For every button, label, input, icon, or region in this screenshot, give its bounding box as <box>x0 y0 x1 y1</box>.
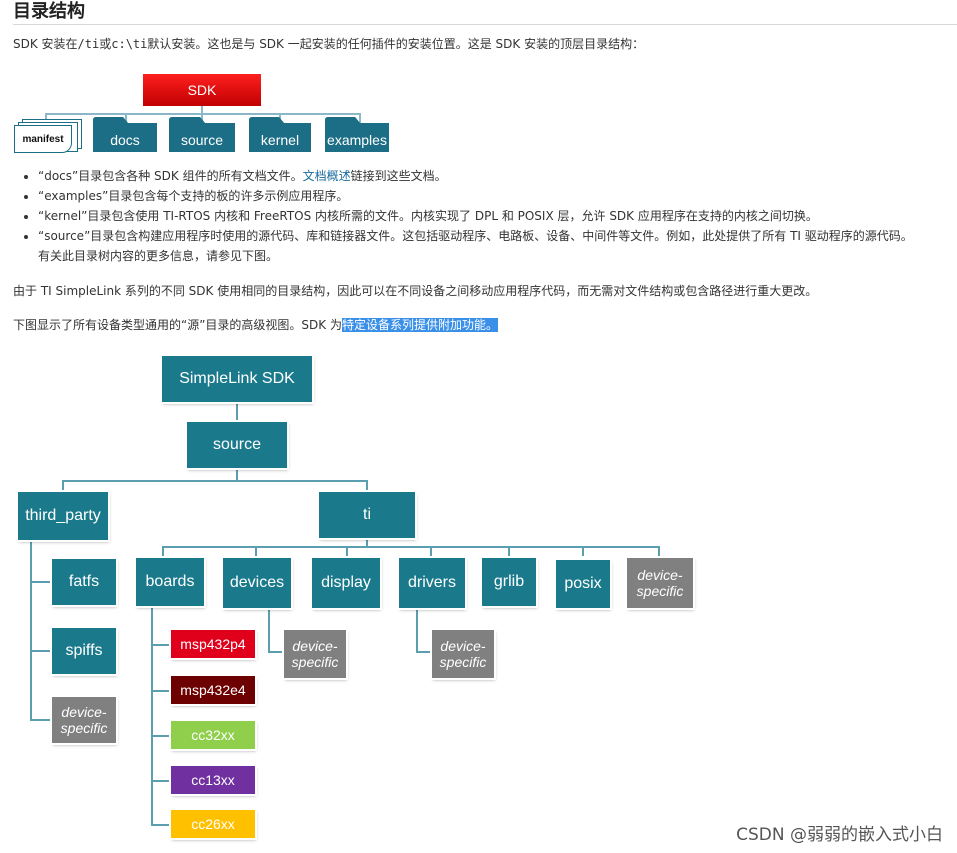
heading-divider <box>13 24 957 25</box>
directory-bullet-list: “docs”目录包含各种 SDK 组件的所有文档文件。文档概述链接到这些文档。 … <box>20 166 957 266</box>
sdk-root-node: SDK <box>143 74 261 106</box>
examples-folder: examples <box>325 117 389 152</box>
tree-node-display: display <box>310 556 382 610</box>
kernel-folder-label: kernel <box>260 131 300 148</box>
source-folder-label: source <box>180 131 224 148</box>
list-item-examples: “examples”目录包含每个支持的板的许多示例应用程序。 <box>38 186 957 206</box>
paragraph-source-view: 下图显示了所有设备类型通用的“源”目录的高级视图。SDK 为特定设备系列提供附加… <box>13 318 498 332</box>
install-path-windows: c:\ti <box>111 37 148 51</box>
tree-node-simplelink-sdk: SimpleLink SDK <box>160 354 314 404</box>
tree-node-grlib: grlib <box>480 556 538 608</box>
intro-text-2: 或 <box>99 37 112 51</box>
tree-node-posix: posix <box>554 558 612 610</box>
tree-node-boards: boards <box>134 556 206 608</box>
tree-node-cc32xx: cc32xx <box>169 719 257 751</box>
install-path-linux: /ti <box>77 37 100 51</box>
csdn-watermark: CSDN @弱弱的嵌入式小白 <box>736 825 943 845</box>
kernel-folder: kernel <box>249 117 311 152</box>
tree-node-devices: devices <box>221 556 293 610</box>
list-item-docs: “docs”目录包含各种 SDK 组件的所有文档文件。文档概述链接到这些文档。 <box>38 166 957 186</box>
tree-node-cc13xx: cc13xx <box>169 764 257 796</box>
source-folder: source <box>169 117 235 152</box>
tree-node-ti-device-specific: device-specific <box>625 556 695 610</box>
intro-text-3: 默认安装。这也是与 SDK 一起安装的任何插件的安装位置。这是 SDK 安装的顶… <box>147 37 645 51</box>
manifest-file-icon: manifest <box>14 125 72 153</box>
tree-node-third-party: third_party <box>16 490 110 542</box>
docs-folder-label: docs <box>110 131 140 148</box>
tree-node-ti: ti <box>317 490 417 540</box>
page-title: 目录结构 <box>13 1 85 22</box>
paragraph-portability: 由于 TI SimpleLink 系列的不同 SDK 使用相同的目录结构，因此可… <box>13 284 818 298</box>
tree-node-cc26xx: cc26xx <box>169 808 257 840</box>
list-item-source: “source”目录包含构建应用程序时使用的源代码、库和链接器文件。这包括驱动程… <box>38 226 957 266</box>
examples-folder-label: examples <box>327 131 387 148</box>
tree-node-msp432e4: msp432e4 <box>169 674 257 706</box>
list-item-kernel: “kernel”目录包含使用 TI-RTOS 内核和 FreeRTOS 内核所需… <box>38 206 957 226</box>
tree-node-source: source <box>185 420 289 470</box>
tree-node-drivers-device-specific: device-specific <box>430 628 496 680</box>
selected-text-highlight: 特定设备系列提供附加功能。 <box>341 318 498 332</box>
docs-overview-link[interactable]: 文档概述 <box>303 169 351 183</box>
tree-node-devices-device-specific: device-specific <box>282 628 348 680</box>
docs-folder: docs <box>93 117 157 152</box>
tree-node-spiffs: spiffs <box>50 626 118 676</box>
tree-node-third-party-device-specific: device-specific <box>50 695 118 745</box>
tree-node-fatfs: fatfs <box>50 557 118 607</box>
intro-paragraph: SDK 安装在/ti或c:\ti默认安装。这也是与 SDK 一起安装的任何插件的… <box>13 35 644 53</box>
tree-node-drivers: drivers <box>397 556 467 610</box>
tree-node-msp432p4: msp432p4 <box>169 628 257 660</box>
intro-text-1: SDK 安装在 <box>13 37 78 51</box>
